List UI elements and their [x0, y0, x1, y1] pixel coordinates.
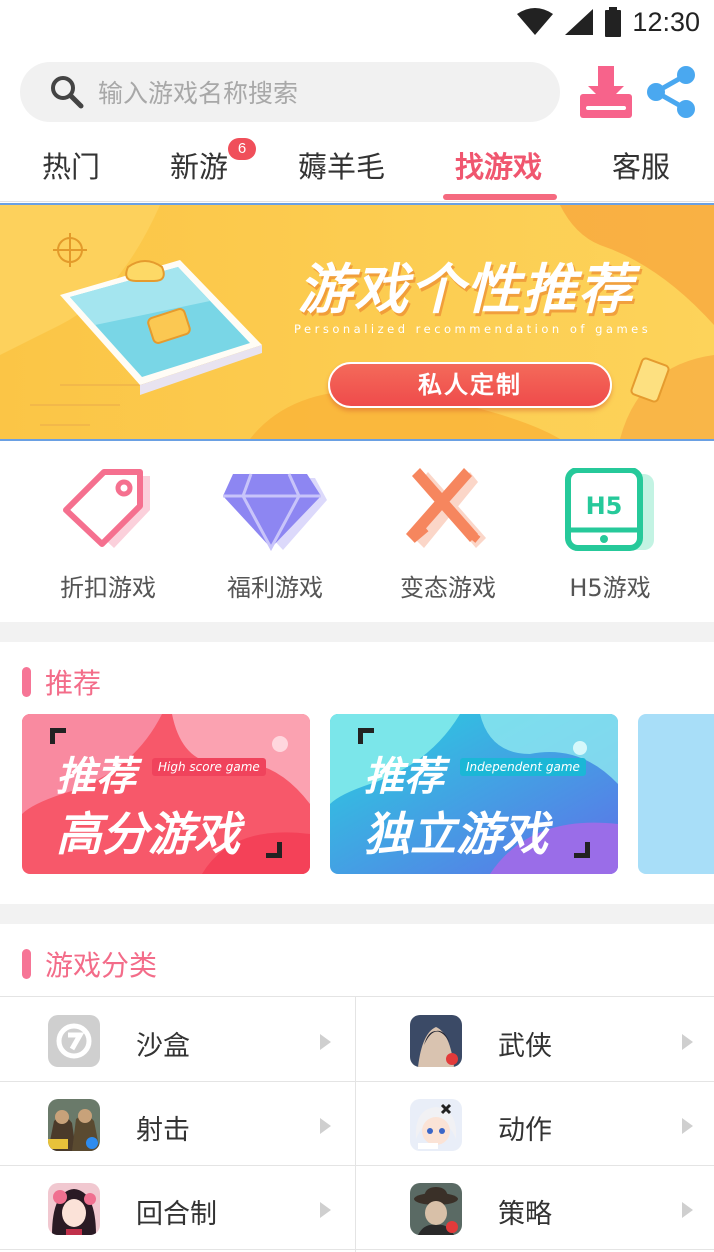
game-category-strategy[interactable]: 策略	[362, 1166, 714, 1250]
chevron-right-icon	[320, 1034, 331, 1050]
h5-tablet-icon: H5	[565, 468, 654, 551]
tabs-divider	[0, 201, 714, 202]
section-separator	[0, 622, 714, 642]
shooter-game-icon	[48, 1099, 100, 1151]
card-corner-decoration	[266, 842, 282, 858]
recommend-card-high-score[interactable]: 推荐 High score game 高分游戏	[22, 714, 310, 874]
category-name: 策略	[498, 1199, 552, 1230]
discount-tag-icon	[63, 469, 150, 548]
card-title-line1: 推荐	[364, 754, 444, 800]
game-category-wuxia[interactable]: 武侠	[362, 998, 714, 1082]
chevron-right-icon	[682, 1202, 693, 1218]
recommend-card-partial[interactable]	[638, 714, 714, 874]
category-name: 沙盒	[136, 1031, 190, 1062]
category-name: 动作	[498, 1115, 552, 1146]
category-discount-games[interactable]: 折扣游戏	[38, 468, 178, 603]
tab-find-games[interactable]: 找游戏	[455, 144, 542, 186]
category-label: 折扣游戏	[60, 574, 156, 602]
promo-banner[interactable]: 游戏个性推荐 Personalized recommendation of ga…	[0, 203, 714, 441]
chevron-right-icon	[682, 1118, 693, 1134]
category-label: 福利游戏	[227, 574, 323, 602]
search-input[interactable]: 输入游戏名称搜索	[20, 62, 560, 122]
status-time: 12:30	[632, 6, 700, 37]
card-title-line2: 独立游戏	[364, 807, 548, 861]
card-title-line1: 推荐	[56, 754, 136, 800]
card-title-line2: 高分游戏	[56, 807, 240, 861]
card-corner-decoration	[574, 842, 590, 858]
game-categories-section-header: 游戏分类	[22, 944, 157, 984]
battery-icon	[605, 7, 622, 37]
search-placeholder: 输入游戏名称搜索	[98, 79, 299, 108]
section-marker	[22, 667, 31, 697]
tab-new-games[interactable]: 新游	[170, 144, 228, 186]
svg-text:H5: H5	[586, 492, 623, 520]
new-games-badge: 6	[228, 138, 256, 160]
game-category-sandbox[interactable]: 沙盒	[0, 998, 355, 1082]
strategy-game-icon	[410, 1183, 462, 1235]
category-label: 变态游戏	[400, 574, 496, 602]
game-category-action[interactable]: 动作	[362, 1082, 714, 1166]
tab-hot[interactable]: 热门	[42, 144, 100, 186]
section-title: 游戏分类	[45, 949, 158, 982]
game-category-turn-based[interactable]: 回合制	[0, 1166, 355, 1250]
share-icon[interactable]	[644, 64, 700, 120]
card-corner-decoration	[50, 728, 66, 744]
card-tag: Independent game	[460, 758, 586, 776]
category-welfare-games[interactable]: 福利游戏	[205, 468, 345, 603]
diamond-icon	[223, 473, 327, 552]
sandbox-game-icon	[48, 1015, 100, 1067]
search-icon	[51, 76, 84, 109]
category-modded-games[interactable]: 变态游戏	[378, 468, 518, 603]
cell-signal-icon	[565, 9, 594, 35]
game-category-shooter[interactable]: 射击	[0, 1082, 355, 1166]
section-title: 推荐	[45, 667, 102, 700]
custom-recommend-button[interactable]: 私人定制	[328, 362, 612, 408]
banner-subtitle: Personalized recommendation of games	[294, 322, 652, 336]
active-tab-indicator	[443, 194, 557, 200]
card-corner-decoration	[358, 728, 374, 744]
wuxia-game-icon	[410, 1015, 462, 1067]
card-tag: High score game	[152, 758, 266, 776]
category-h5-games[interactable]: H5 H5游戏	[540, 468, 680, 603]
chevron-right-icon	[320, 1202, 331, 1218]
status-bar: 12:30	[0, 0, 714, 46]
chevron-right-icon	[320, 1118, 331, 1134]
download-icon[interactable]	[578, 64, 634, 120]
recommend-card-indie[interactable]: 推荐 Independent game 独立游戏	[330, 714, 618, 874]
wifi-icon	[517, 8, 554, 35]
category-name: 回合制	[136, 1199, 217, 1230]
top-tabs: 热门 新游 薅羊毛 找游戏 客服	[0, 130, 714, 202]
banner-title: 游戏个性推荐	[298, 258, 634, 321]
section-marker	[22, 949, 31, 979]
recommend-section-header: 推荐	[22, 662, 101, 702]
list-divider	[0, 996, 714, 997]
category-label: H5游戏	[569, 574, 651, 602]
list-column-divider	[355, 996, 356, 1252]
turn-based-game-icon	[48, 1183, 100, 1235]
action-game-icon	[410, 1099, 462, 1151]
category-name: 武侠	[498, 1031, 552, 1062]
crossed-swords-icon	[406, 468, 486, 548]
category-name: 射击	[136, 1115, 190, 1146]
tab-freebies[interactable]: 薅羊毛	[298, 144, 385, 186]
section-separator	[0, 904, 714, 924]
tab-customer-service[interactable]: 客服	[612, 144, 670, 186]
chevron-right-icon	[682, 1034, 693, 1050]
